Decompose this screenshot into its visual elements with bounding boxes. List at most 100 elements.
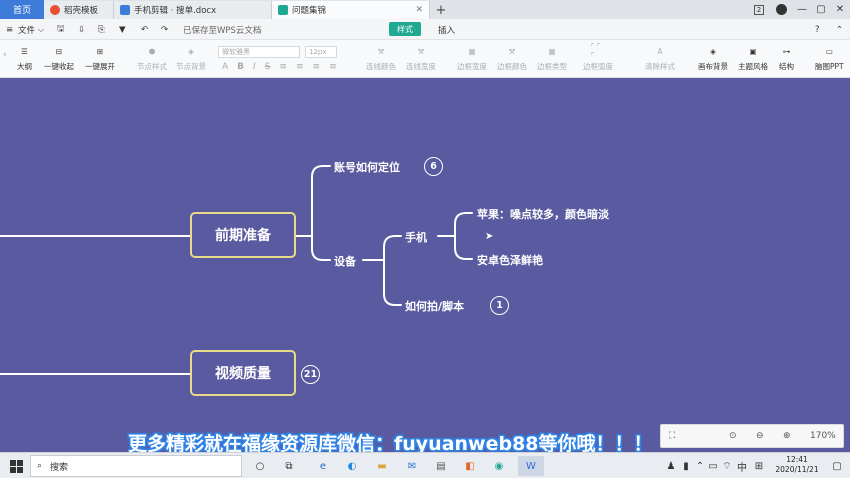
align-left-icon[interactable]: ≡ [279,62,287,72]
node-prep[interactable]: 前期准备 [190,212,296,258]
font-color-icon[interactable]: A [222,62,228,72]
node-shoot[interactable]: 如何拍/脚本 [405,298,464,314]
wifi-icon[interactable]: ⌔ [721,456,733,476]
tab-docer-templates[interactable]: 稻壳模板 [44,1,114,19]
zoom-in-icon[interactable]: ⊕ [783,431,791,441]
mindmap-canvas[interactable]: 前期准备 视频质量 21 账号如何定位 6 设备 手机 如何拍/脚本 1 苹果：… [0,79,850,452]
border-width-button[interactable]: ▦ 边框宽度 [457,44,487,72]
border-color-button[interactable]: ⚒ 边框颜色 [497,44,527,72]
ie-icon[interactable]: e [314,456,332,476]
line-width-label: 连线宽度 [406,62,436,71]
bold-icon[interactable]: B [237,62,244,72]
export-icon[interactable]: ⇩ [78,22,85,37]
border-radius-button[interactable]: ⌜ ⌜ ⌜ 边框弧度 [583,42,613,72]
taskbar-clock[interactable]: 12:41 2020/11/21 [770,455,824,475]
chevron-up-icon[interactable]: ⌃ [694,456,706,476]
theme-style-button[interactable]: ▣ 主题风格 [738,44,768,72]
collapse-all-button[interactable]: ⊟ 一键收起 [44,44,74,72]
node-account[interactable]: 账号如何定位 [334,159,400,175]
map-ppt-button[interactable]: ▭ 脑图PPT [815,44,844,72]
undo-icon[interactable]: ↶ [141,22,148,37]
outline-button[interactable]: ☰ 大纲 [17,44,32,72]
structure-button[interactable]: ⊶ 结构 [779,44,794,72]
strikethrough-icon[interactable]: S [265,62,271,72]
new-tab-button[interactable]: + [430,1,452,19]
redo-icon[interactable]: ↷ [161,22,168,37]
microphone-icon[interactable]: ▮ [680,456,692,476]
node-apple[interactable]: 苹果：噪点较多，颜色暗淡 [477,206,609,222]
tab-document[interactable]: 手机剪辑 · 搜单.docx [114,1,272,19]
maximize-icon[interactable]: ▢ [813,0,829,19]
expand-all-button[interactable]: ⊞ 一键展开 [85,44,115,72]
scroll-left-icon[interactable]: ‹ [3,50,7,60]
battery-icon[interactable]: ▭ [707,456,719,476]
locate-icon[interactable]: ⊙ [729,431,737,441]
tab-bar: 首页 稻壳模板 手机剪辑 · 搜单.docx 问题集锦 ✕ + [0,0,850,19]
node-quality[interactable]: 视频质量 [190,350,296,396]
edge-icon[interactable]: ◐ [343,456,361,476]
windows-logo [9,459,23,473]
node-bg-button[interactable]: ◈ 节点背景 [176,44,206,72]
task-view-icon[interactable]: ⧉ [280,456,298,476]
file-explorer-icon[interactable]: ▬ [373,456,391,476]
tab-label: 手机剪辑 · 搜单.docx [134,6,217,16]
text-indent-icon[interactable]: ≡ [329,62,337,72]
line-color-icon: ⚒ [377,46,385,56]
tab-insert[interactable]: 插入 [438,22,455,37]
minimize-icon[interactable]: — [794,0,810,19]
canvas-bg-button[interactable]: ◈ 画布背景 [698,44,728,72]
border-width-icon: ▦ [468,46,476,56]
node-device[interactable]: 设备 [334,253,356,269]
office-icon[interactable]: ◧ [461,456,479,476]
workspace-icon[interactable]: 2 [752,0,766,19]
font-family-select[interactable]: 微软雅黑 [218,46,300,58]
ime-mode-icon[interactable]: ⊞ [752,456,766,476]
clear-style-button[interactable]: A 清除样式 [645,44,675,72]
border-type-icon: ▦ [548,46,556,56]
store-icon[interactable]: ▤ [432,456,450,476]
border-type-button[interactable]: ▦ 边框类型 [537,44,567,72]
mail-icon[interactable]: ✉ [403,456,421,476]
italic-icon[interactable]: I [253,62,256,72]
align-right-icon[interactable]: ≡ [313,62,321,72]
tab-style[interactable]: 样式 [389,22,421,36]
help-icon[interactable]: ? [815,22,820,37]
save-icon[interactable]: 🖫 [57,22,64,37]
hamburger-icon[interactable]: ≡ [6,22,13,37]
taskbar-search[interactable]: ⌕ 搜索 [30,455,242,477]
theme-icon: ▣ [749,46,757,56]
avatar[interactable] [774,0,788,19]
node-quality-count-badge[interactable]: 21 [301,365,320,384]
line-color-button[interactable]: ⚒ 连线颜色 [366,44,396,72]
align-center-icon[interactable]: ≡ [296,62,304,72]
node-android[interactable]: 安卓色泽鲜艳 [477,252,543,268]
share-icon[interactable]: ⎘ [98,22,105,37]
zoom-level[interactable]: 170% [810,431,836,441]
font-size-select[interactable]: 12px [305,46,337,58]
chevron-up-icon[interactable]: ⌃ [836,22,843,37]
tab-label: 问题集锦 [292,6,327,16]
format-painter-icon[interactable]: ▼ [119,22,126,37]
node-style-button[interactable]: ⬢ 节点样式 [137,44,167,72]
node-phone[interactable]: 手机 [405,229,427,245]
cortana-icon[interactable]: ○ [252,456,268,476]
line-width-button[interactable]: ⚒ 连线宽度 [406,44,436,72]
outline-label: 大纲 [17,62,32,71]
app-icon[interactable]: ◉ [490,456,508,476]
ime-indicator[interactable]: 中 [735,456,749,476]
tab-home[interactable]: 首页 [0,0,44,19]
close-window-icon[interactable]: ✕ [832,0,848,19]
close-icon[interactable]: ✕ [415,5,423,15]
fit-screen-icon[interactable]: ⛶ [669,431,675,441]
node-style-icon: ⬢ [148,46,156,56]
notification-icon[interactable]: ▢ [830,456,844,476]
wps-taskbar-icon[interactable]: W [518,456,544,476]
tab-mindmap[interactable]: 问题集锦 ✕ [272,1,430,19]
node-account-count-badge[interactable]: 6 [424,157,443,176]
file-menu[interactable]: 文件 ⌵ [18,22,44,37]
node-shoot-count-badge[interactable]: 1 [490,296,509,315]
user-icon[interactable]: ♟ [664,456,678,476]
zoom-out-icon[interactable]: ⊖ [756,431,764,441]
windows-start-icon[interactable] [6,456,26,476]
border-color-label: 边框颜色 [497,62,527,71]
